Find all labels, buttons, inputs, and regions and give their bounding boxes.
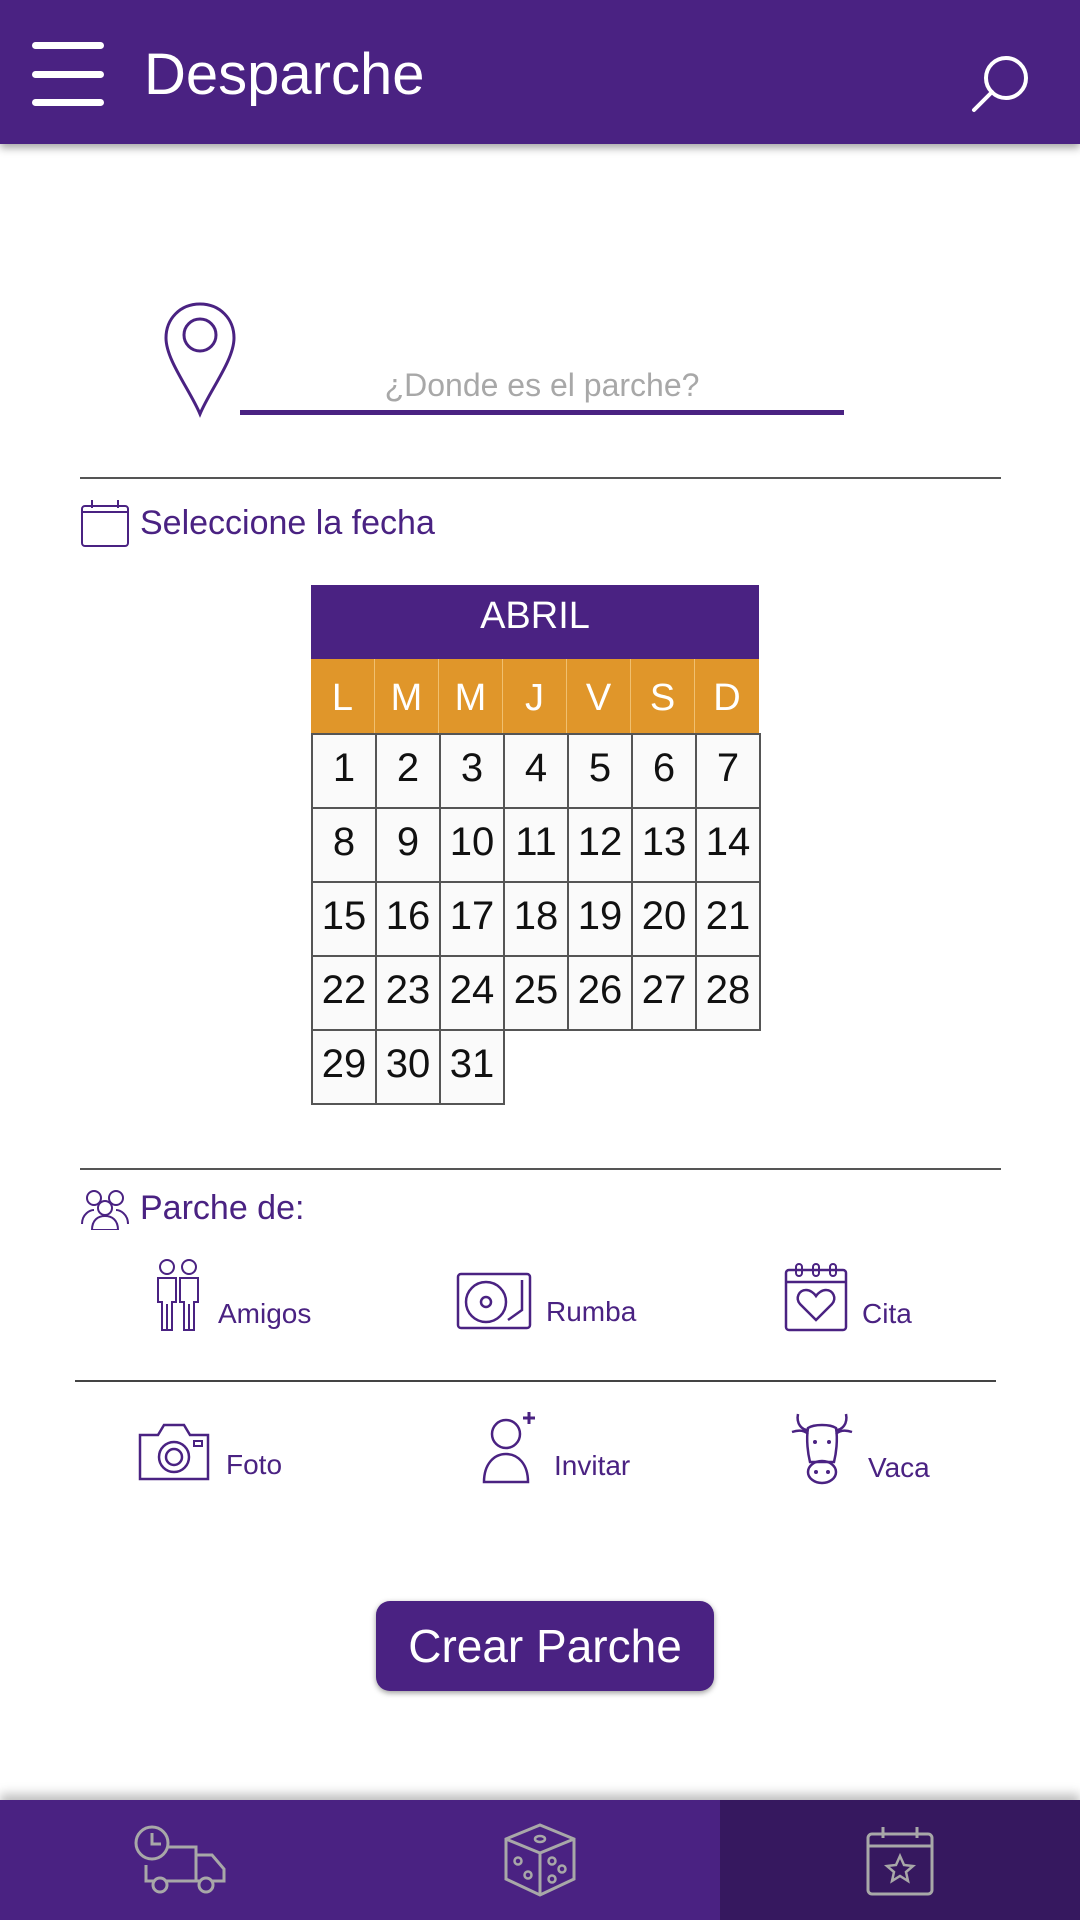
hamburger-menu-icon[interactable] xyxy=(32,42,104,106)
location-pin-icon xyxy=(164,302,236,418)
calendar-days: 1 2 3 4 5 6 7 8 9 10 11 12 13 14 15 16 1… xyxy=(311,733,761,1105)
calendar-weekdays: L M M J V S D xyxy=(311,659,759,737)
turntable-icon xyxy=(456,1272,532,1330)
calendar-day[interactable]: 14 xyxy=(695,807,761,883)
weekday-label: D xyxy=(713,677,741,719)
option-label: Invitar xyxy=(554,1450,631,1481)
calendar-day[interactable]: 19 xyxy=(567,881,633,957)
location-row xyxy=(160,300,860,420)
calendar-day[interactable]: 1 xyxy=(311,733,377,809)
calendar-day[interactable]: 18 xyxy=(503,881,569,957)
option-rumba[interactable]: Rumba xyxy=(456,1272,636,1330)
weekday-label: L xyxy=(311,659,375,737)
calendar-day[interactable]: 20 xyxy=(631,881,697,957)
calendar-star-icon xyxy=(866,1827,934,1896)
invite-user-icon xyxy=(482,1412,535,1484)
camera-icon xyxy=(138,1423,210,1481)
calendar-icon xyxy=(81,500,129,547)
nav-item-games[interactable] xyxy=(360,1800,720,1920)
create-parche-button[interactable]: Crear Parche xyxy=(376,1601,714,1691)
calendar-month: ABRIL xyxy=(311,585,759,659)
date-section-title: Seleccione la fecha xyxy=(140,503,435,542)
parche-section-header: Parche de: xyxy=(80,1186,304,1230)
option-foto[interactable]: Foto xyxy=(136,1421,282,1483)
calendar-day[interactable]: 5 xyxy=(567,733,633,809)
calendar-day[interactable]: 15 xyxy=(311,881,377,957)
option-label: Vaca xyxy=(868,1452,930,1483)
calendar-day[interactable]: 26 xyxy=(567,955,633,1031)
calendar-day[interactable]: 31 xyxy=(439,1029,505,1105)
option-label: Cita xyxy=(862,1298,912,1329)
divider xyxy=(80,477,1001,479)
calendar-day[interactable]: 8 xyxy=(311,807,377,883)
weekday-label: M xyxy=(375,659,439,737)
calendar-day[interactable]: 11 xyxy=(503,807,569,883)
option-invitar[interactable]: Invitar xyxy=(480,1410,630,1484)
location-input[interactable] xyxy=(240,360,844,415)
search-icon[interactable] xyxy=(968,52,1032,116)
option-label: Foto xyxy=(226,1449,283,1480)
bottom-nav xyxy=(0,1800,1080,1920)
option-vaca[interactable]: Vaca xyxy=(790,1410,930,1486)
calendar-day[interactable]: 13 xyxy=(631,807,697,883)
calendar-day[interactable]: 28 xyxy=(695,955,761,1031)
calendar-day[interactable]: 9 xyxy=(375,807,441,883)
dice-icon xyxy=(504,1823,576,1897)
calendar-day[interactable]: 24 xyxy=(439,955,505,1031)
calendar-day[interactable]: 2 xyxy=(375,733,441,809)
divider xyxy=(80,1168,1001,1170)
calendar-day[interactable]: 22 xyxy=(311,955,377,1031)
calendar-day[interactable]: 21 xyxy=(695,881,761,957)
app-bar: Desparche xyxy=(0,0,1080,144)
calendar-day[interactable]: 10 xyxy=(439,807,505,883)
date-section-header: Seleccione la fecha xyxy=(80,498,435,548)
group-icon xyxy=(81,1190,129,1230)
option-cita[interactable]: Cita xyxy=(784,1262,912,1332)
delivery-truck-clock-icon xyxy=(134,1825,226,1894)
weekday-label: M xyxy=(439,659,503,737)
weekday-label: J xyxy=(503,659,567,737)
calendar-day[interactable]: 23 xyxy=(375,955,441,1031)
divider xyxy=(75,1380,996,1382)
calendar-day[interactable]: 27 xyxy=(631,955,697,1031)
cow-icon xyxy=(791,1413,853,1485)
weekday-label: V xyxy=(567,659,631,737)
app-title: Desparche xyxy=(144,42,425,107)
parche-section-title: Parche de: xyxy=(140,1188,305,1227)
calendar: ABRIL L M M J V S D 1 2 3 4 5 6 7 8 9 10… xyxy=(311,585,761,1105)
nav-item-deliveries[interactable] xyxy=(0,1800,360,1920)
calendar-day[interactable]: 29 xyxy=(311,1029,377,1105)
calendar-day[interactable]: 25 xyxy=(503,955,569,1031)
nav-item-events[interactable] xyxy=(720,1800,1080,1920)
weekday-label: S xyxy=(631,659,695,737)
option-label: Amigos xyxy=(218,1298,312,1329)
calendar-day[interactable]: 7 xyxy=(695,733,761,809)
option-label: Rumba xyxy=(546,1296,637,1327)
calendar-day[interactable]: 12 xyxy=(567,807,633,883)
calendar-heart-icon xyxy=(784,1263,848,1332)
calendar-day[interactable]: 6 xyxy=(631,733,697,809)
option-amigos[interactable]: Amigos xyxy=(152,1258,311,1332)
calendar-day[interactable]: 4 xyxy=(503,733,569,809)
calendar-day[interactable]: 30 xyxy=(375,1029,441,1105)
calendar-day[interactable]: 16 xyxy=(375,881,441,957)
friends-icon xyxy=(157,1259,199,1331)
calendar-day[interactable]: 17 xyxy=(439,881,505,957)
calendar-day[interactable]: 3 xyxy=(439,733,505,809)
